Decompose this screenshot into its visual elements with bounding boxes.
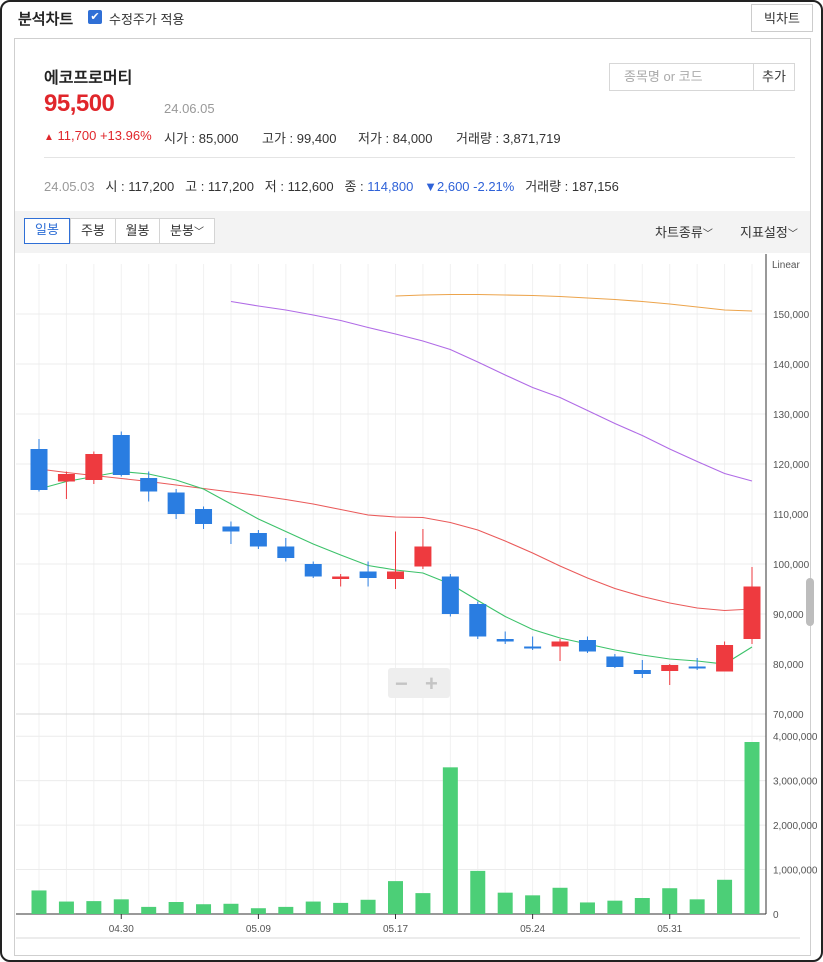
candle-body (332, 576, 350, 579)
volume-bar (223, 903, 239, 914)
volume-bar (31, 890, 47, 914)
candle-body (112, 435, 130, 475)
candle-body (277, 546, 295, 558)
scrollbar-handle[interactable] (806, 578, 814, 626)
time-tick-label: 05.09 (246, 924, 271, 935)
volume-bar (360, 899, 376, 914)
time-tick-label: 05.31 (657, 924, 682, 935)
price-tick-label: 130,000 (773, 410, 810, 421)
volume-bar (662, 888, 678, 914)
price-tick-label: 100,000 (773, 560, 810, 571)
candle-body (222, 526, 240, 532)
candle-body (606, 656, 624, 667)
candle-body (578, 640, 596, 652)
candle-body (140, 478, 158, 492)
volume-bar (717, 879, 733, 914)
volume-bar (141, 906, 157, 914)
volume-bar (497, 892, 513, 914)
candle-body (716, 645, 734, 672)
volume-bar (86, 901, 102, 914)
zoom-control: − + (388, 668, 450, 698)
volume-tick-label: 3,000,000 (773, 777, 818, 788)
price-tick-label: 90,000 (773, 610, 804, 621)
time-tick-label: 05.17 (383, 924, 408, 935)
volume-bar (634, 898, 650, 914)
volume-bar (388, 881, 403, 914)
price-tick-label: 120,000 (773, 460, 810, 471)
zoom-out-button[interactable]: − (395, 671, 408, 697)
volume-bar (744, 742, 760, 914)
candle-body (633, 670, 651, 674)
price-tick-label: 150,000 (773, 310, 810, 321)
volume-bar (442, 767, 458, 914)
volume-tick-label: 2,000,000 (773, 821, 818, 832)
price-tick-label: 70,000 (773, 710, 804, 721)
volume-tick-label: 0 (773, 910, 779, 921)
stock-chart[interactable]: 70,000 80,000 90,000 100,000 110,000 120,000 1… (0, 0, 823, 962)
candle-body (167, 492, 185, 514)
volume-bar (168, 902, 184, 914)
candle-body (387, 571, 404, 579)
volume-bar (415, 893, 431, 914)
price-tick-label: 110,000 (773, 510, 809, 521)
price-tick-label: 140,000 (773, 360, 810, 371)
volume-bar (579, 902, 595, 914)
candle-body (524, 646, 542, 649)
candle-body (661, 665, 679, 671)
candle-body (195, 509, 213, 524)
candle-body (496, 639, 514, 642)
time-tick-label: 04.30 (109, 924, 134, 935)
volume-bar (470, 870, 486, 914)
volume-bar (196, 904, 212, 914)
zoom-in-button[interactable]: + (425, 671, 438, 697)
ma120-line (395, 293, 753, 312)
volume-bar (333, 902, 349, 914)
candle-body (359, 571, 377, 578)
volume-bar (278, 906, 294, 914)
volume-bar (58, 901, 74, 914)
price-tick-label: 80,000 (773, 660, 804, 671)
candle-body (688, 666, 706, 669)
candle-body (441, 576, 459, 614)
volume-bar (525, 895, 541, 914)
candle-body (743, 586, 761, 639)
time-tick-label: 05.24 (520, 924, 545, 935)
candle-body (85, 454, 103, 480)
volume-bar (552, 887, 568, 914)
candle-body (469, 604, 487, 637)
volume-bar (250, 908, 266, 914)
candle-body (57, 474, 75, 482)
volume-bar (607, 900, 623, 914)
price-scale-label: Linear (772, 260, 800, 271)
candle-body (551, 641, 569, 647)
candle-body (304, 564, 322, 577)
volume-tick-label: 4,000,000 (773, 732, 818, 743)
ma60-line (230, 300, 753, 482)
candle-body (249, 533, 267, 547)
volume-bar (689, 899, 705, 914)
volume-bar (113, 899, 129, 914)
candle-body (414, 546, 432, 567)
volume-bar (305, 901, 321, 914)
volume-tick-label: 1,000,000 (773, 866, 818, 877)
candle-body (30, 449, 48, 490)
